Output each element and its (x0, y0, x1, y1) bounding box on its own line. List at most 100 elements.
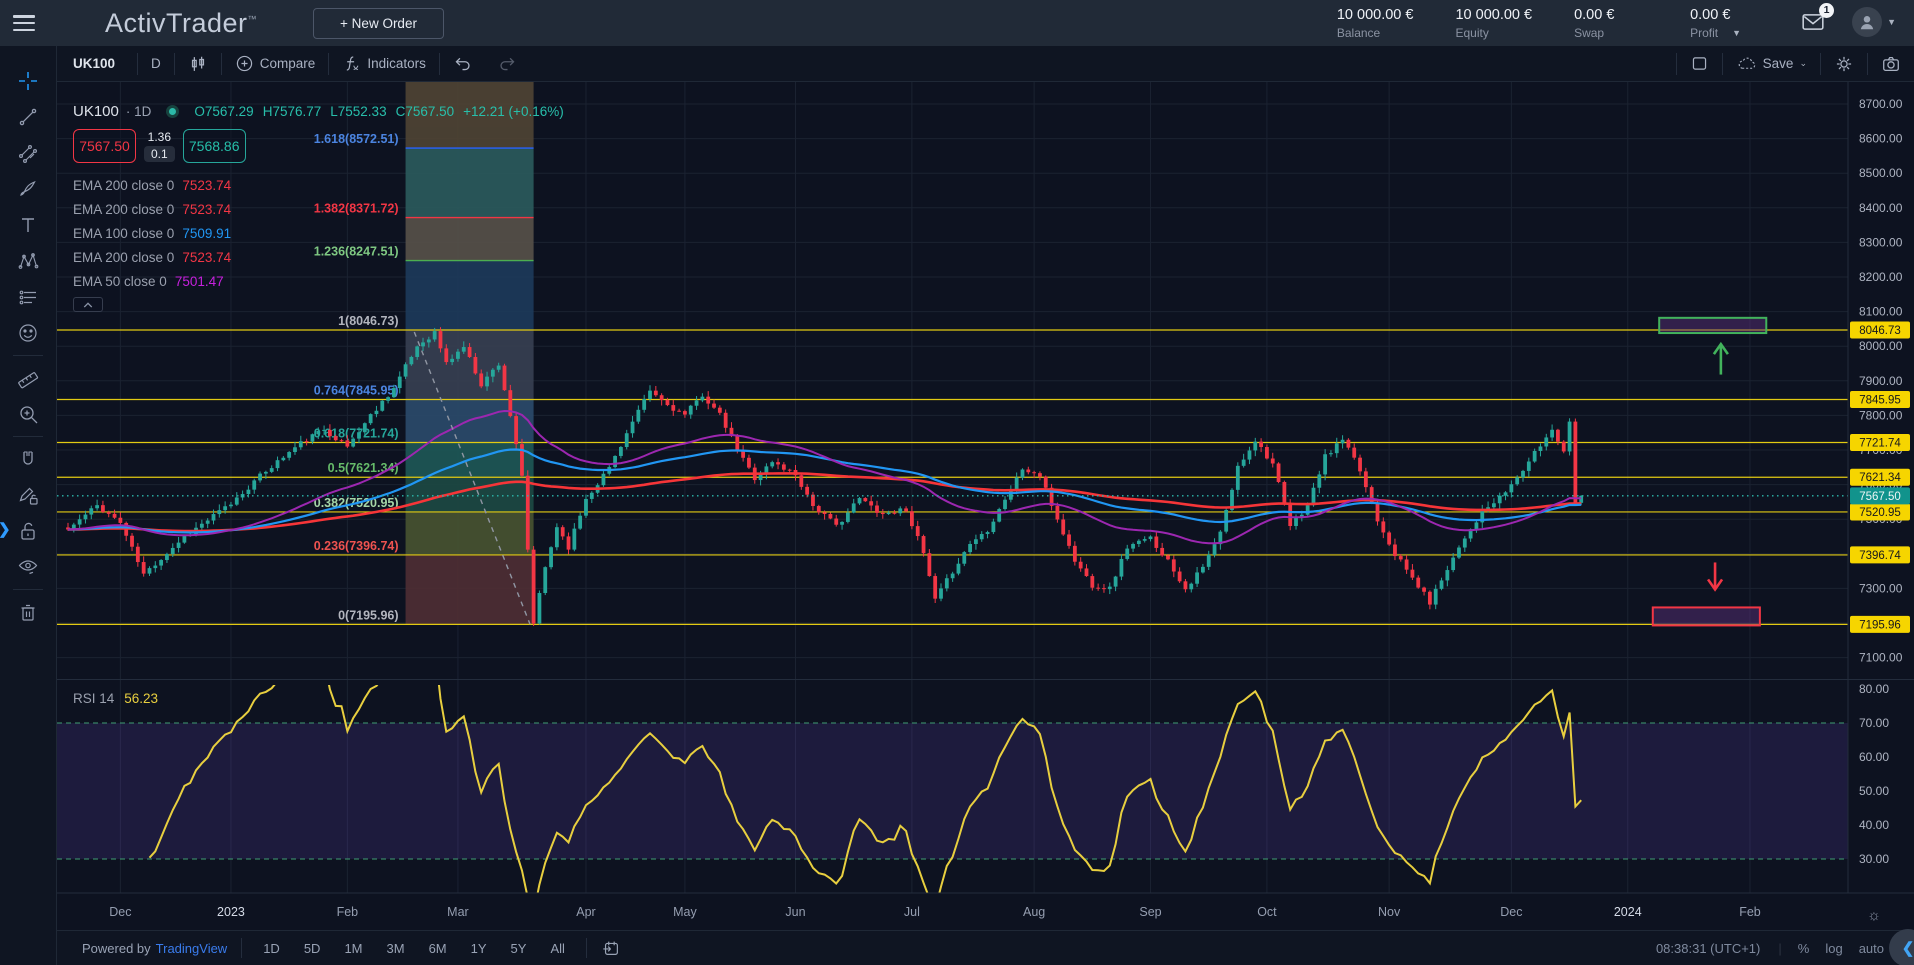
hide-drawings-tool[interactable] (9, 549, 47, 585)
trademark: ™ (248, 14, 258, 24)
measure-tool[interactable] (9, 360, 47, 396)
svg-text:70.00: 70.00 (1859, 716, 1889, 730)
legend-interval: · 1D (126, 104, 152, 119)
rsi-legend[interactable]: RSI 14 56.23 (73, 691, 158, 706)
screenshot-button[interactable] (1868, 54, 1914, 74)
text-tool[interactable] (9, 207, 47, 243)
auto-scale-button[interactable]: auto (1859, 941, 1884, 956)
range-1d[interactable]: 1D (256, 939, 287, 958)
rsi-name: RSI 14 (73, 691, 114, 706)
chart-type-button[interactable] (175, 46, 221, 81)
xabcd-pattern-tool[interactable] (9, 243, 47, 279)
redo-button[interactable] (485, 46, 530, 81)
panel-collapse-button[interactable]: ❮ (1889, 929, 1914, 965)
sell-button[interactable]: 7567.50 (73, 129, 136, 163)
svg-text:May: May (673, 905, 697, 919)
avatar (1852, 7, 1882, 37)
layout-square-icon (1690, 54, 1709, 73)
zoom-in-tool[interactable] (9, 396, 47, 432)
indicator-row[interactable]: EMA 100 close 07509.91 (73, 221, 564, 245)
layout-button[interactable] (1677, 54, 1722, 73)
save-caret: ⌄ (1799, 58, 1807, 69)
svg-text:7520.95: 7520.95 (1859, 507, 1901, 519)
symbol-button[interactable]: UK100 (57, 46, 137, 81)
indicator-row[interactable]: EMA 200 close 07523.74 (73, 245, 564, 269)
svg-text:8400.00: 8400.00 (1859, 201, 1903, 215)
menu-icon[interactable] (13, 15, 35, 31)
go-to-date-button[interactable] (601, 938, 621, 958)
range-1m[interactable]: 1M (337, 939, 369, 958)
forecast-tool[interactable] (9, 279, 47, 315)
high-value: H7576.77 (263, 104, 322, 119)
range-6m[interactable]: 6M (422, 939, 454, 958)
spread-display: 1.36 0.1 (144, 130, 175, 162)
svg-text:Feb: Feb (1739, 905, 1761, 919)
range-buttons: 1D 5D 1M 3M 6M 1Y 5Y All (256, 939, 572, 958)
percent-scale-button[interactable]: % (1798, 941, 1810, 956)
compare-button[interactable]: Compare (222, 46, 329, 81)
indicator-row[interactable]: EMA 200 close 07523.74 (73, 173, 564, 197)
fib-label: 0.764(7845.95) (314, 384, 399, 398)
remove-drawings-tool[interactable] (9, 594, 47, 630)
candles (66, 327, 1583, 626)
fib-label: 0.5(7621.34) (328, 461, 399, 475)
svg-text:Dec: Dec (1500, 905, 1522, 919)
drawing-mode-lock-tool[interactable] (9, 477, 47, 513)
swap-value: 0.00 € (1574, 7, 1648, 23)
indicator-row[interactable]: EMA 200 close 07523.74 (73, 197, 564, 221)
save-layout-button[interactable]: Save ⌄ (1723, 54, 1820, 73)
undo-button[interactable] (440, 46, 485, 81)
watchlist-expand-chevron[interactable]: ❯ (0, 520, 11, 538)
tradingview-link[interactable]: TradingView (156, 941, 228, 956)
trade-markers (1653, 318, 1766, 626)
compare-plus-icon (235, 54, 254, 73)
range-1y[interactable]: 1Y (464, 939, 494, 958)
svg-text:Oct: Oct (1257, 905, 1277, 919)
svg-text:8100.00: 8100.00 (1859, 305, 1903, 319)
buy-button[interactable]: 7568.86 (183, 129, 246, 163)
axis-settings-icon[interactable]: ☼ (1867, 907, 1881, 924)
legend-symbol[interactable]: UK100 (73, 103, 119, 120)
interval-button[interactable]: D (138, 46, 174, 81)
chart-settings-button[interactable] (1821, 54, 1867, 74)
crosshair-tool[interactable] (9, 63, 47, 99)
notifications-button[interactable]: 1 (1800, 10, 1826, 34)
range-3m[interactable]: 3M (380, 939, 412, 958)
bottom-bar: Powered by TradingView 1D 5D 1M 3M 6M 1Y 5Y All… (57, 930, 1914, 965)
indicator-row[interactable]: EMA 50 close 07501.47 (73, 269, 564, 293)
powered-by-label: Powered by (82, 941, 151, 956)
svg-text:7567.50: 7567.50 (1859, 491, 1901, 503)
range-all[interactable]: All (543, 939, 571, 958)
drawing-toolbar (0, 46, 57, 965)
magnet-tool[interactable] (9, 441, 47, 477)
clock-display[interactable]: 08:38:31 (UTC+1) (1656, 941, 1760, 956)
log-scale-button[interactable]: log (1825, 941, 1842, 956)
new-order-button[interactable]: + New Order (313, 8, 444, 39)
pitchfork-tool[interactable] (9, 135, 47, 171)
indicator-value: 7501.47 (175, 274, 224, 289)
activtrader-app: { "header": { "logo": "ActivTrader", "lo… (0, 0, 1914, 965)
range-5y[interactable]: 5Y (504, 939, 534, 958)
swap-label: Swap (1574, 26, 1648, 40)
emoji-tool[interactable] (9, 315, 47, 351)
account-menu-button[interactable]: ▼ (1852, 7, 1896, 37)
stats-expand-caret[interactable]: ▼ (1732, 28, 1741, 38)
rsi-band (57, 723, 1848, 859)
svg-text:30.00: 30.00 (1859, 852, 1889, 866)
profit-label: Profit (1690, 26, 1718, 40)
fib-label: 0(7195.96) (338, 608, 398, 622)
legend-collapse-button[interactable] (73, 297, 103, 312)
svg-text:7800.00: 7800.00 (1859, 408, 1903, 422)
trendline-tool[interactable] (9, 99, 47, 135)
svg-text:Jul: Jul (904, 905, 920, 919)
brush-tool[interactable] (9, 171, 47, 207)
time-axis[interactable]: Dec2023FebMarAprMayJunJulAugSepOctNovDec… (109, 905, 1761, 919)
svg-text:8046.73: 8046.73 (1859, 325, 1901, 337)
svg-text:7195.96: 7195.96 (1859, 619, 1901, 631)
ema-50-line (68, 411, 1581, 543)
lock-all-drawings-tool[interactable] (9, 513, 47, 549)
undo-icon (453, 54, 472, 73)
fib-trendline (414, 332, 530, 624)
indicators-button[interactable]: Indicators (329, 46, 439, 81)
range-5d[interactable]: 5D (297, 939, 328, 958)
